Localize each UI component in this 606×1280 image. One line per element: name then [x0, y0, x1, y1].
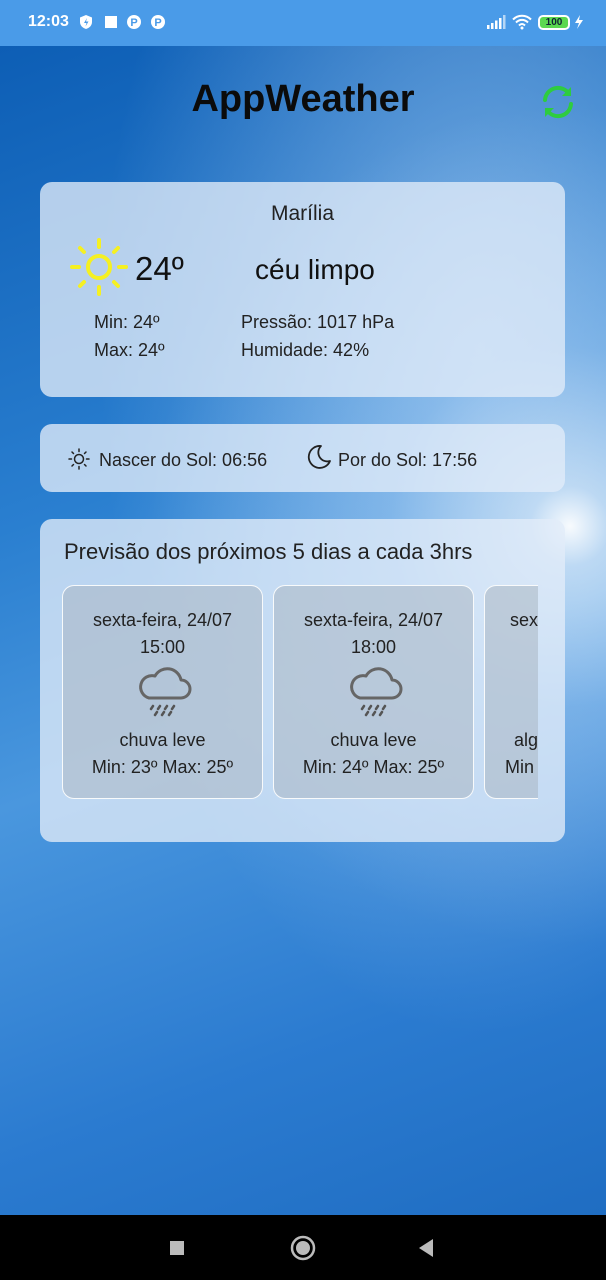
forecast-condition: algumas nuvens: [514, 730, 538, 750]
app-title: AppWeather: [191, 78, 415, 120]
charging-bolt-icon: [574, 14, 584, 30]
city-name: Marília: [270, 202, 334, 225]
current-weather-card: Marília 24º céu limpo Min: 24º Max: 24º …: [40, 182, 565, 397]
forecast-hour: 18:00: [350, 637, 397, 657]
forecast-date: sexta-feira, 24/07: [303, 610, 444, 630]
back-icon[interactable]: [417, 1238, 435, 1258]
status-time: 12:03: [28, 13, 69, 30]
weather-description: céu limpo: [255, 254, 375, 285]
pressure: Pressão: 1017 hPa: [241, 312, 395, 332]
forecast-card: Previsão dos próximos 5 dias a cada 3hrs…: [40, 519, 565, 842]
navigation-bar: [0, 1215, 606, 1280]
battery-indicator: 100: [538, 15, 570, 30]
parking-p-icon: P: [126, 14, 142, 30]
signal-icon: [486, 14, 506, 30]
sun-icon: [70, 238, 128, 296]
refresh-icon[interactable]: [538, 82, 578, 122]
sunset-time: Por do Sol: 17:56: [338, 450, 478, 470]
stop-square-icon: [103, 14, 119, 30]
svg-text:P: P: [130, 17, 137, 29]
forecast-carousel[interactable]: sexta-feira, 24/07 15:00 chuva leve Min:…: [62, 585, 538, 803]
home-icon[interactable]: [290, 1235, 316, 1261]
recent-apps-icon[interactable]: [169, 1240, 185, 1256]
moon-icon: [307, 445, 331, 469]
wifi-icon: [512, 14, 532, 30]
rain-cloud-icon: [350, 667, 403, 717]
forecast-hour: 15:00: [139, 637, 186, 657]
current-temperature: 24º: [135, 250, 184, 287]
sun-times-card: Nascer do Sol: 06:56 Por do Sol: 17:56: [40, 424, 565, 492]
forecast-item[interactable]: sexta-feira, 24/07 15:00 chuva leve Min:…: [62, 585, 263, 799]
forecast-min-max: Min: 23º Max: 25º: [91, 757, 234, 777]
forecast-title: Previsão dos próximos 5 dias a cada 3hrs: [64, 539, 473, 564]
forecast-item[interactable]: sexta-feira, 24/07 algumas nuvens Min: [484, 585, 538, 799]
forecast-min-max: Min: [505, 757, 535, 777]
svg-text:P: P: [154, 17, 161, 29]
max-temperature: Max: 24º: [94, 340, 165, 360]
sunrise-time: Nascer do Sol: 06:56: [99, 450, 268, 470]
sunrise-sun-icon: [68, 448, 90, 470]
rain-cloud-icon: [139, 667, 192, 717]
forecast-condition: chuva leve: [119, 730, 206, 750]
forecast-item[interactable]: sexta-feira, 24/07 18:00 chuva leve Min:…: [273, 585, 474, 799]
shield-icon: [78, 14, 94, 30]
forecast-min-max: Min: 24º Max: 25º: [302, 757, 445, 777]
forecast-date: sexta-feira, 24/07: [510, 610, 538, 630]
humidity: Humidade: 42%: [241, 340, 370, 360]
forecast-date: sexta-feira, 24/07: [92, 610, 233, 630]
min-temperature: Min: 24º: [94, 312, 160, 332]
parking-p-icon: P: [150, 14, 166, 30]
status-bar: 12:03 P P 100: [0, 0, 606, 46]
forecast-condition: chuva leve: [330, 730, 417, 750]
